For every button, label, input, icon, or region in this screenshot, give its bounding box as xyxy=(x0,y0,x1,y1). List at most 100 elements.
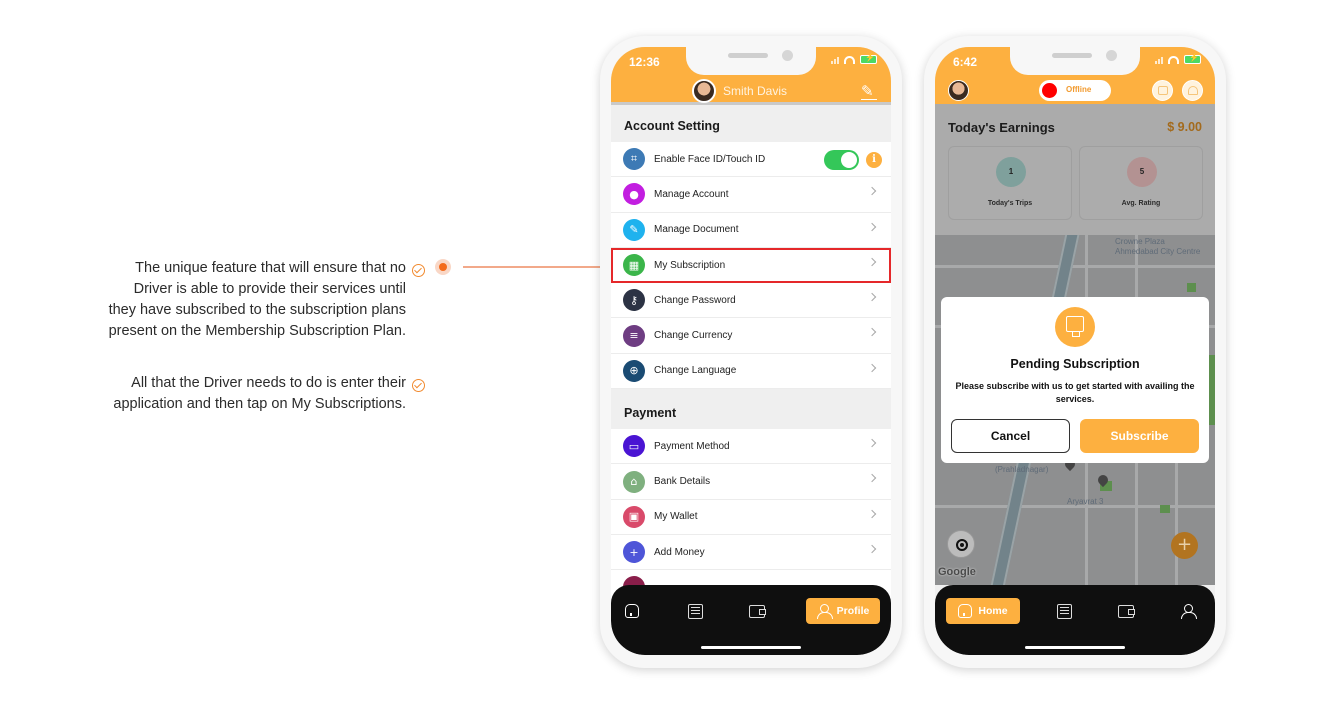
document-icon: ✎ xyxy=(623,218,645,241)
pending-subscription-modal: Pending Subscription Please subscribe wi… xyxy=(941,297,1209,463)
map-label: (Prahladnagar) xyxy=(995,465,1049,474)
check-circle-icon xyxy=(412,264,425,277)
tab-home[interactable]: Home xyxy=(946,598,1020,624)
settings-row-face-id[interactable]: ⌗ Enable Face ID/Touch ID i xyxy=(611,142,891,178)
home-indicator xyxy=(1025,646,1125,649)
row-label: Bank Details xyxy=(654,476,711,488)
settings-row-manage-account[interactable]: ● Manage Account xyxy=(611,177,891,213)
user-name: Smith Davis xyxy=(723,84,788,98)
stat-value: 5 xyxy=(1127,157,1157,187)
user-icon xyxy=(816,603,833,619)
face-id-toggle[interactable] xyxy=(824,150,859,170)
settings-list: Account Setting ⌗ Enable Face ID/Touch I… xyxy=(611,108,891,655)
notifications-button[interactable] xyxy=(1182,80,1203,101)
settings-row-change-password[interactable]: ⚷ Change Password xyxy=(611,283,891,319)
earnings-value: $ 9.00 xyxy=(1167,120,1202,134)
modal-title: Pending Subscription xyxy=(1010,357,1140,371)
list-icon xyxy=(1057,603,1072,619)
wallet-icon xyxy=(749,604,766,618)
row-label: My Wallet xyxy=(654,511,698,523)
map-park xyxy=(1187,283,1196,292)
chevron-right-icon xyxy=(867,544,877,554)
status-time: 12:36 xyxy=(629,55,660,69)
locate-me-button[interactable] xyxy=(947,530,975,558)
list-icon xyxy=(688,603,703,619)
map-road xyxy=(935,265,1215,268)
chevron-right-icon xyxy=(867,363,877,373)
bell-icon xyxy=(1188,86,1198,95)
chevron-right-icon xyxy=(867,474,877,483)
calendar-button[interactable] xyxy=(1152,80,1173,101)
wifi-icon xyxy=(1168,55,1179,64)
signal-icon xyxy=(1155,56,1163,64)
avatar[interactable] xyxy=(948,80,969,101)
settings-row-add-money[interactable]: + Add Money xyxy=(611,534,891,571)
add-money-icon: + xyxy=(623,541,645,564)
tab-home[interactable] xyxy=(625,598,639,624)
row-label: Change Currency xyxy=(654,330,733,342)
settings-row-manage-document[interactable]: ✎ Manage Document xyxy=(611,212,891,248)
callout-connector-line xyxy=(463,266,603,268)
stat-card-trips[interactable]: 1 Today's Trips xyxy=(948,146,1072,220)
stat-label: Today's Trips xyxy=(987,200,1033,207)
home-screen: 6:42 Offline Today's Earnings $ 9.00 1 T… xyxy=(935,47,1215,655)
status-dot xyxy=(1042,83,1057,98)
row-label: Change Language xyxy=(654,365,737,377)
phone-home-frame: 6:42 Offline Today's Earnings $ 9.00 1 T… xyxy=(924,36,1226,668)
availability-label: Offline xyxy=(1066,85,1092,94)
home-icon xyxy=(958,604,973,618)
bottom-tab-bar: Profile xyxy=(611,585,891,655)
tab-wallet[interactable] xyxy=(749,598,766,624)
row-label: My Subscription xyxy=(654,259,726,271)
info-icon[interactable]: i xyxy=(866,152,882,168)
settings-row-my-wallet[interactable]: ▣ My Wallet xyxy=(611,499,891,535)
chevron-right-icon xyxy=(867,328,877,337)
row-label: Change Password xyxy=(654,294,736,306)
cancel-button[interactable]: Cancel xyxy=(951,419,1070,453)
stat-value: 1 xyxy=(996,157,1026,187)
settings-row-my-subscription[interactable]: ▦ My Subscription xyxy=(611,247,891,284)
section-title-payment: Payment xyxy=(624,406,677,421)
settings-row-bank-details[interactable]: ⌂ Bank Details xyxy=(611,464,891,500)
settings-row-change-language[interactable]: ⊕ Change Language xyxy=(611,353,891,390)
earnings-title: Today's Earnings xyxy=(948,120,1055,135)
wallet-icon xyxy=(1118,604,1135,618)
user-icon xyxy=(1181,603,1197,619)
wallet-icon: ▣ xyxy=(623,505,645,528)
subscription-icon: ▦ xyxy=(623,254,645,277)
earnings-panel: Today's Earnings $ 9.00 1 Today's Trips … xyxy=(935,104,1215,235)
tab-trips[interactable] xyxy=(688,598,703,624)
avatar[interactable] xyxy=(692,79,716,103)
settings-row-change-currency[interactable]: ≡ Change Currency xyxy=(611,318,891,354)
home-indicator xyxy=(701,646,801,649)
card-icon: ▭ xyxy=(623,435,645,458)
chevron-right-icon xyxy=(867,257,877,267)
availability-toggle[interactable]: Offline xyxy=(1039,80,1111,101)
tab-trips[interactable] xyxy=(1057,598,1072,624)
map-label: Aryavrat 3 xyxy=(1067,497,1104,506)
row-label: Manage Document xyxy=(654,224,739,236)
phone-profile-frame: 12:36 Smith Davis ✎ Account Setting ⌗ En… xyxy=(600,36,902,668)
chevron-right-icon xyxy=(867,438,877,448)
edit-pencil-icon[interactable]: ✎ xyxy=(861,83,877,100)
map-park xyxy=(1160,505,1170,513)
tab-profile[interactable]: Profile xyxy=(806,598,880,624)
stat-label: Avg. Rating xyxy=(1121,200,1161,207)
modal-message: Please subscribe with us to get started … xyxy=(955,381,1195,404)
wifi-icon xyxy=(844,55,855,64)
battery-charging-icon xyxy=(1184,53,1201,64)
row-label: Manage Account xyxy=(654,188,729,200)
notch xyxy=(1010,47,1140,75)
tab-wallet[interactable] xyxy=(1118,598,1135,624)
annotation-paragraph-2: All that the Driver needs to do is enter… xyxy=(113,375,406,412)
annotation-paragraph-1: The unique feature that will ensure that… xyxy=(108,260,406,339)
tab-profile[interactable] xyxy=(1181,598,1197,624)
stat-card-rating[interactable]: 5 Avg. Rating xyxy=(1079,146,1203,220)
chevron-right-icon xyxy=(867,509,877,518)
face-id-icon: ⌗ xyxy=(623,148,645,171)
user-icon: ● xyxy=(623,183,645,206)
settings-row-payment-method[interactable]: ▭ Payment Method xyxy=(611,429,891,465)
home-icon xyxy=(625,604,639,618)
subscribe-button[interactable]: Subscribe xyxy=(1080,419,1199,453)
add-button[interactable]: + xyxy=(1171,532,1198,559)
